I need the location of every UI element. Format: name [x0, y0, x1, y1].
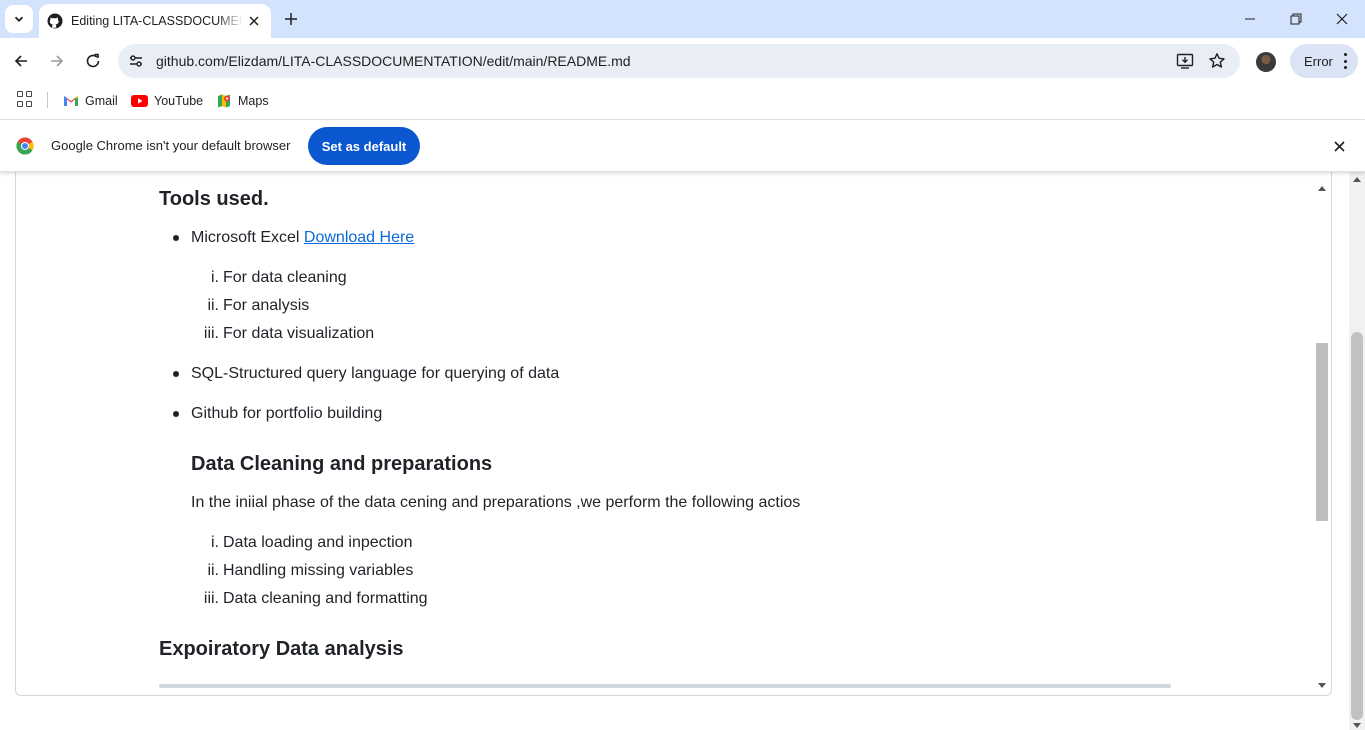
- list-number: ii.: [207, 562, 219, 579]
- install-icon: [1176, 53, 1194, 69]
- forward-button[interactable]: [42, 46, 72, 76]
- bookmark-label: Gmail: [85, 94, 118, 108]
- address-bar[interactable]: github.com/Elizdam/LITA-CLASSDOCUMENTATI…: [118, 44, 1240, 78]
- profile-error-label: Error: [1304, 53, 1333, 69]
- infobar-close-button[interactable]: [1329, 136, 1349, 156]
- reload-icon: [86, 53, 100, 68]
- bookmark-star-button[interactable]: [1207, 51, 1227, 71]
- bookmark-label: YouTube: [154, 94, 204, 108]
- preview-scrollbar-thumb[interactable]: [1316, 343, 1328, 521]
- back-button[interactable]: [6, 46, 36, 76]
- markdown-preview-pane: Tools used. Microsoft Excel Download Her…: [15, 172, 1332, 696]
- star-icon: [1209, 53, 1225, 68]
- list-number: i.: [211, 534, 219, 551]
- page-scrollbar-thumb[interactable]: [1351, 332, 1363, 720]
- bookmarks-separator: [47, 92, 48, 108]
- eda-heading: Expoiratory Data analysis: [159, 638, 404, 660]
- list-item-sql: SQL-Structured query language for queryi…: [191, 365, 560, 382]
- list-item: Data loading and inpection: [223, 534, 413, 551]
- bookmark-label: Maps: [238, 94, 269, 108]
- bookmark-maps[interactable]: Maps: [216, 90, 269, 112]
- list-number: ii.: [207, 297, 219, 314]
- tab-strip: Editing LITA-CLASSDOCUMENTATION/README.m…: [0, 0, 1365, 38]
- tab-title: Editing LITA-CLASSDOCUMENTATION/README.m…: [71, 14, 243, 28]
- list-item: Handling missing variables: [223, 562, 414, 579]
- close-icon: [1336, 13, 1348, 25]
- horizontal-scrollbar[interactable]: [159, 684, 1171, 688]
- chrome-icon: [16, 137, 34, 155]
- new-tab-button[interactable]: [280, 8, 302, 30]
- close-icon: [249, 16, 259, 26]
- gmail-icon: [63, 95, 79, 107]
- youtube-icon: [131, 95, 148, 107]
- tune-icon: [130, 55, 142, 67]
- list-item: For data visualization: [223, 325, 375, 342]
- minimize-icon: [1245, 18, 1255, 20]
- browser-toolbar: github.com/Elizdam/LITA-CLASSDOCUMENTATI…: [0, 38, 1365, 84]
- reload-button[interactable]: [78, 46, 108, 76]
- list-number: iii.: [203, 325, 219, 342]
- scroll-up-icon[interactable]: [1353, 177, 1361, 182]
- more-vert-icon: [1344, 53, 1348, 69]
- default-browser-infobar: Google Chrome isn't your default browser…: [0, 120, 1365, 172]
- restore-button[interactable]: [1273, 0, 1319, 38]
- tab-search-button[interactable]: [5, 5, 33, 33]
- list-number: iii.: [203, 590, 219, 607]
- bullet: [173, 411, 179, 417]
- tools-heading: Tools used.: [159, 188, 269, 210]
- scroll-down-icon[interactable]: [1353, 723, 1361, 728]
- excel-text: Microsoft Excel: [191, 229, 304, 246]
- maps-icon: [216, 93, 232, 109]
- list-item-excel: Microsoft Excel Download Here: [191, 229, 414, 247]
- profile-avatar[interactable]: [1256, 52, 1276, 72]
- arrow-left-icon: [14, 55, 27, 67]
- tab-close-button[interactable]: [245, 12, 263, 30]
- page-content: Tools used. Microsoft Excel Download Her…: [0, 172, 1349, 730]
- url-text[interactable]: github.com/Elizdam/LITA-CLASSDOCUMENTATI…: [156, 53, 631, 69]
- cleaning-intro: In the iniial phase of the data cening a…: [191, 494, 801, 511]
- chevron-down-icon: [14, 16, 24, 22]
- bullet: [173, 371, 179, 377]
- apps-icon[interactable]: [17, 91, 33, 107]
- profile-error-button[interactable]: Error: [1290, 44, 1358, 78]
- scroll-down-icon[interactable]: [1318, 683, 1326, 688]
- site-info-button[interactable]: [126, 51, 146, 71]
- browser-tab[interactable]: Editing LITA-CLASSDOCUMENTATION/README.m…: [39, 4, 271, 38]
- set-as-default-button[interactable]: Set as default: [308, 127, 420, 165]
- restore-icon: [1290, 13, 1302, 25]
- list-item: For analysis: [223, 297, 310, 314]
- close-icon: [1333, 140, 1345, 152]
- bullet: [173, 235, 179, 241]
- arrow-right-icon: [51, 55, 64, 67]
- minimize-button[interactable]: [1227, 0, 1273, 38]
- plus-icon: [285, 13, 297, 25]
- bookmark-youtube[interactable]: YouTube: [131, 90, 203, 112]
- list-item-github: Github for portfolio building: [191, 405, 383, 422]
- bookmarks-bar: Gmail YouTube Maps: [0, 84, 1365, 120]
- close-window-button[interactable]: [1319, 0, 1365, 38]
- cleaning-heading: Data Cleaning and preparations: [191, 453, 493, 475]
- list-item: Data cleaning and formatting: [223, 590, 428, 607]
- scroll-up-icon[interactable]: [1318, 186, 1326, 191]
- list-item: For data cleaning: [223, 269, 347, 286]
- list-number: i.: [211, 269, 219, 286]
- github-icon: [47, 13, 63, 29]
- bookmark-gmail[interactable]: Gmail: [63, 90, 118, 112]
- install-app-button[interactable]: [1175, 51, 1195, 71]
- infobar-message: Google Chrome isn't your default browser: [51, 138, 291, 153]
- download-here-link[interactable]: Download Here: [304, 229, 414, 246]
